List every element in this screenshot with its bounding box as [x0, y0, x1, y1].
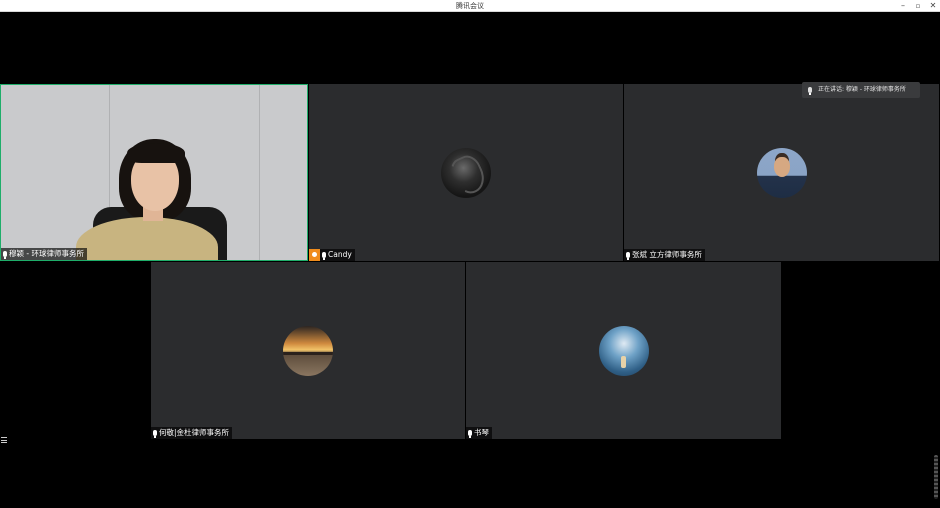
- video-tile[interactable]: Candy: [309, 84, 623, 261]
- host-badge-icon: [309, 249, 320, 261]
- menu-icon[interactable]: [1, 437, 7, 443]
- participant-name: 穆颖 - 环球律师事务所: [9, 249, 84, 258]
- participant-name-label: Candy: [309, 249, 355, 261]
- microphone-icon: [626, 252, 630, 260]
- maximize-button[interactable]: ▫: [911, 0, 925, 12]
- wall-panel-line: [259, 85, 260, 260]
- scrollbar-handle[interactable]: [934, 455, 938, 499]
- speaking-indicator-text: 正在讲话: 穆颖 - 环球律师事务所: [818, 86, 906, 93]
- man-portrait-avatar: [756, 147, 807, 198]
- microphone-icon: [808, 87, 812, 95]
- participant-name: 何敬|金杜律师事务所: [159, 428, 230, 437]
- speaking-indicator: 正在讲话: 穆颖 - 环球律师事务所: [802, 82, 920, 98]
- participant-name-label: 张斌 立方律师事务所: [624, 249, 705, 261]
- video-tile-active-speaker[interactable]: 穆颖 - 环球律师事务所: [0, 84, 308, 261]
- participant-name: 书琴: [474, 428, 489, 437]
- minimize-button[interactable]: –: [896, 0, 910, 12]
- participant-name: 张斌 立方律师事务所: [632, 250, 702, 259]
- waterfall-avatar: [598, 325, 649, 376]
- microphone-icon: [322, 252, 326, 260]
- video-tile[interactable]: 书琴: [466, 262, 781, 439]
- participant-name-label: 何敬|金杜律师事务所: [151, 427, 233, 439]
- hair-fringe: [127, 143, 185, 163]
- microphone-icon: [153, 430, 157, 438]
- microphone-icon: [468, 430, 472, 438]
- window-title: 腾讯会议: [456, 2, 484, 10]
- dark-portrait-avatar: [441, 147, 491, 198]
- video-tile[interactable]: 何敬|金杜律师事务所: [151, 262, 465, 439]
- sunset-avatar: [283, 325, 333, 376]
- participant-name: Candy: [328, 250, 352, 259]
- video-tile[interactable]: 张斌 立方律师事务所: [624, 84, 939, 261]
- microphone-icon: [3, 251, 7, 259]
- close-button[interactable]: ✕: [926, 0, 940, 12]
- participant-name-label: 书琴: [466, 427, 492, 439]
- title-bar: 腾讯会议 – ▫ ✕: [0, 0, 940, 12]
- participant-name-label: 穆颖 - 环球律师事务所: [1, 248, 87, 260]
